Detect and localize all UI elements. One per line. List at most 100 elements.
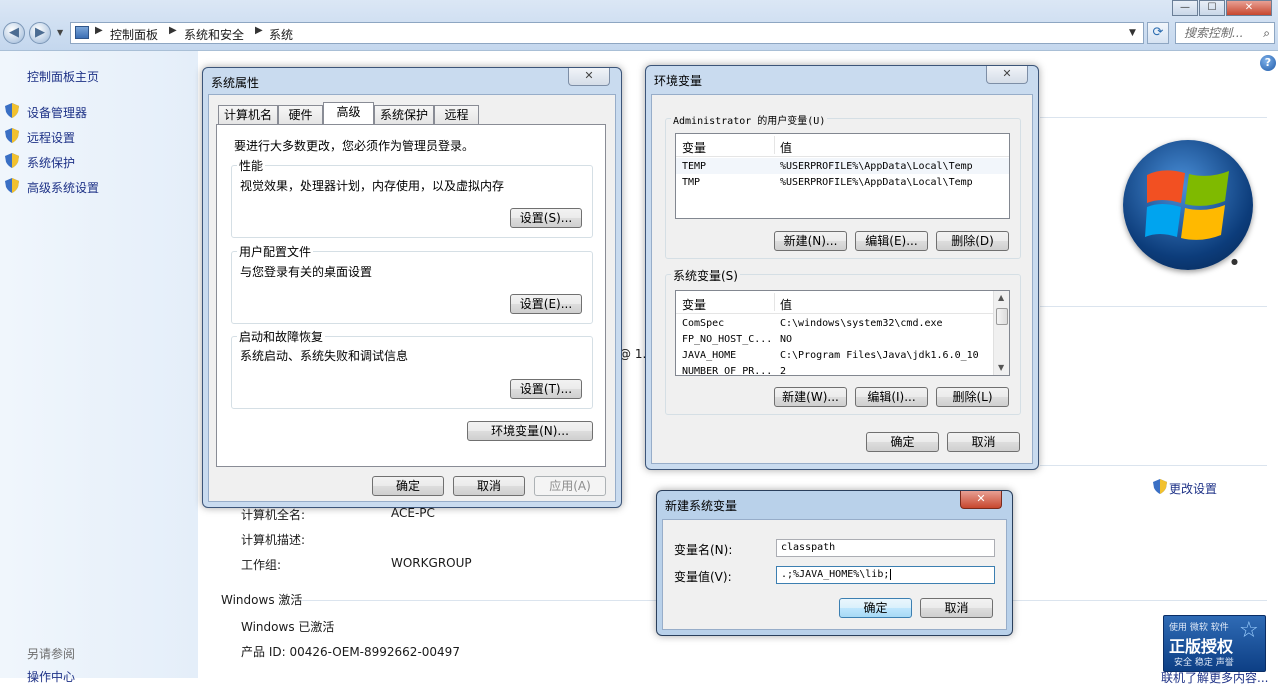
help-icon[interactable]: ? <box>1260 55 1276 71</box>
newvar-cancel-button[interactable]: 取消 <box>920 598 993 618</box>
table-row-name: TEMP <box>682 161 707 172</box>
windows-flag-icon <box>1145 170 1229 240</box>
table-row-name[interactable]: ComSpec <box>682 318 724 329</box>
table-row-value: %USERPROFILE%\AppData\Local\Temp <box>780 177 973 188</box>
nav-remote-settings[interactable]: 远程设置 <box>27 129 75 146</box>
shield-icon <box>5 153 19 168</box>
variable-name-input[interactable]: classpath <box>776 539 995 557</box>
tab-advanced[interactable]: 高级 <box>323 102 374 125</box>
sysprops-ok-button[interactable]: 确定 <box>372 476 444 496</box>
nav-control-panel-home[interactable]: 控制面板主页 <box>27 68 99 85</box>
startup-recovery-settings-button[interactable]: 设置(T)... <box>510 379 582 399</box>
column-header-value[interactable]: 值 <box>780 296 792 313</box>
back-icon[interactable]: ◀ <box>3 22 25 44</box>
control-panel-icon <box>75 26 89 39</box>
genuine-badge-title: 正版授权 <box>1169 637 1234 656</box>
address-dropdown-icon[interactable]: ▼ <box>1129 28 1136 38</box>
envvars-cancel-button[interactable]: 取消 <box>947 432 1020 452</box>
computer-fullname-label: 计算机全名: <box>241 508 306 522</box>
user-variables-list[interactable]: 变量 值 TEMP %USERPROFILE%\AppData\Local\Te… <box>675 133 1010 219</box>
workgroup-value: WORKGROUP <box>391 556 472 570</box>
startup-recovery-description: 系统启动、系统失败和调试信息 <box>240 349 409 363</box>
computer-description-label: 计算机描述: <box>241 533 306 547</box>
table-row-value: 2 <box>780 366 787 376</box>
performance-settings-button[interactable]: 设置(S)... <box>510 208 582 228</box>
section-divider <box>1040 465 1267 466</box>
search-input[interactable]: 搜索控制... ⌕ <box>1175 22 1275 44</box>
table-row-name[interactable]: TMP <box>682 177 700 188</box>
user-profiles-settings-button[interactable]: 设置(E)... <box>510 294 582 314</box>
tab-hardware[interactable]: 硬件 <box>278 105 323 125</box>
column-header-variable[interactable]: 变量 <box>682 296 706 313</box>
scroll-up-icon[interactable]: ▲ <box>998 293 1004 302</box>
user-edit-button[interactable]: 编辑(E)... <box>855 231 928 251</box>
user-new-button[interactable]: 新建(N)... <box>774 231 847 251</box>
maximize-button[interactable]: ☐ <box>1199 0 1225 16</box>
shield-icon <box>5 128 19 143</box>
search-icon: ⌕ <box>1263 26 1270 40</box>
vertical-scrollbar[interactable]: ▲ ▼ <box>993 291 1009 375</box>
product-id: 产品 ID: 00426-OEM-8992662-00497 <box>241 645 460 659</box>
shield-icon <box>5 103 19 118</box>
column-header-value[interactable]: 值 <box>780 139 792 156</box>
table-row-value: C:\Program Files\Java\jdk1.6.0_10 <box>780 350 979 361</box>
refresh-icon[interactable]: ⟳ <box>1147 22 1169 44</box>
history-dropdown-icon[interactable]: ▼ <box>57 28 63 37</box>
dialog-title: 环境变量 <box>654 74 703 88</box>
sysprops-apply-button[interactable]: 应用(A) <box>534 476 606 496</box>
tab-remote[interactable]: 远程 <box>434 105 479 125</box>
dialog-title: 新建系统变量 <box>665 499 738 513</box>
system-variables-label: 系统变量(S) <box>671 267 740 284</box>
envvars-ok-button[interactable]: 确定 <box>866 432 939 452</box>
close-button[interactable]: ✕ <box>1226 0 1272 16</box>
variable-value-input[interactable]: .;%JAVA_HOME%\lib; <box>776 566 995 584</box>
nav-system-protection[interactable]: 系统保护 <box>27 154 75 171</box>
address-bar[interactable]: ▶ 控制面板 ▶ 系统和安全 ▶ 系统 ▼ <box>70 22 1144 44</box>
sysprops-cancel-button[interactable]: 取消 <box>453 476 525 496</box>
table-row-name[interactable]: NUMBER_OF_PR... <box>682 366 772 375</box>
performance-label: 性能 <box>237 157 266 174</box>
shield-icon <box>1153 479 1167 494</box>
forward-icon[interactable]: ▶ <box>29 22 51 44</box>
nav-action-center[interactable]: 操作中心 <box>27 668 75 685</box>
breadcrumb-separator-icon: ▶ <box>255 25 263 36</box>
newvar-ok-button[interactable]: 确定 <box>839 598 912 618</box>
system-delete-button[interactable]: 删除(L) <box>936 387 1009 407</box>
dialog-close-button[interactable]: ✕ <box>986 66 1028 84</box>
list-header <box>676 134 1009 157</box>
nav-advanced-system-settings[interactable]: 高级系统设置 <box>27 179 99 196</box>
scroll-thumb[interactable] <box>996 308 1008 325</box>
system-edit-button[interactable]: 编辑(I)... <box>855 387 928 407</box>
environment-variables-button[interactable]: 环境变量(N)... <box>467 421 593 441</box>
dialog-close-button[interactable]: ✕ <box>568 68 610 86</box>
breadcrumb-system-security[interactable]: 系统和安全 <box>184 26 244 43</box>
variable-name-label: 变量名(N): <box>674 543 733 557</box>
user-delete-button[interactable]: 删除(D) <box>936 231 1009 251</box>
system-new-button[interactable]: 新建(W)... <box>774 387 847 407</box>
section-divider <box>1040 117 1267 118</box>
change-settings-link[interactable]: 更改设置 <box>1169 480 1217 497</box>
table-row-name[interactable]: FP_NO_HOST_C... <box>682 334 772 345</box>
genuine-software-badge: 使用 微软 软件 正版授权 安全 稳定 声誉 ☆ <box>1163 615 1266 672</box>
startup-recovery-label: 启动和故障恢复 <box>237 328 326 345</box>
breadcrumb-control-panel[interactable]: 控制面板 <box>110 26 158 43</box>
nav-device-manager[interactable]: 设备管理器 <box>27 104 87 121</box>
list-header <box>676 291 994 314</box>
learn-more-link[interactable]: 联机了解更多内容... <box>1161 672 1268 684</box>
dialog-close-button[interactable]: ✕ <box>960 491 1002 509</box>
system-variables-list[interactable]: 变量 值 ComSpec C:\windows\system32\cmd.exe… <box>675 290 1010 376</box>
tab-computer-name[interactable]: 计算机名 <box>218 105 278 125</box>
breadcrumb-system[interactable]: 系统 <box>269 26 293 43</box>
column-header-variable[interactable]: 变量 <box>682 139 706 156</box>
user-profiles-label: 用户配置文件 <box>237 243 314 260</box>
explorer-toolbar: ◀ ▶ ▼ ▶ 控制面板 ▶ 系统和安全 ▶ 系统 ▼ ⟳ 搜索控制... ⌕ … <box>0 0 1278 51</box>
tab-system-protection[interactable]: 系统保护 <box>374 105 434 125</box>
scroll-down-icon[interactable]: ▼ <box>998 363 1004 372</box>
user-profiles-description: 与您登录有关的桌面设置 <box>240 265 373 279</box>
minimize-button[interactable]: — <box>1172 0 1198 16</box>
admin-note: 要进行大多数更改，您必须作为管理员登录。 <box>234 139 475 153</box>
computer-fullname-value: ACE-PC <box>391 506 435 520</box>
table-row-name[interactable]: JAVA_HOME <box>682 350 736 361</box>
search-placeholder: 搜索控制... <box>1184 26 1244 40</box>
registered-mark-icon: ● <box>1231 257 1238 266</box>
